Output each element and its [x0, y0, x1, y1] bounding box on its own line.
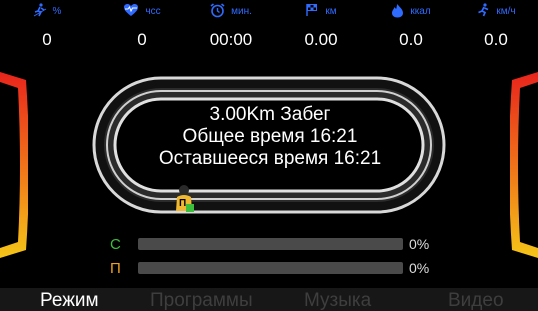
progress-percent: 0% [409, 236, 430, 252]
runner-badge: П [179, 198, 187, 209]
runner-marker: П [170, 184, 200, 216]
total-time: Общее время 16:21 [182, 126, 358, 147]
tab-video[interactable]: Видео [448, 290, 504, 311]
progress-bars: С 0% П 0% [110, 232, 450, 280]
workout-title: 3.00Km Забег [209, 104, 331, 125]
remaining-time: Оставшееся время 16:21 [158, 148, 382, 169]
progress-bar [138, 238, 403, 250]
progress-letter: С [110, 235, 121, 253]
workout-info: 3.00Km Забег Общее время 16:21 Оставшеес… [120, 104, 420, 170]
progress-row: П 0% [110, 256, 450, 280]
progress-percent: 0% [409, 260, 430, 276]
tab-programs[interactable]: Программы [150, 290, 253, 311]
tab-mode[interactable]: Режим [40, 290, 99, 311]
bottom-tabs: Режим Программы Музыка Видео [0, 288, 538, 311]
progress-bar [138, 262, 403, 274]
tab-music[interactable]: Музыка [304, 290, 371, 311]
progress-letter: П [110, 259, 121, 277]
progress-row: С 0% [110, 232, 450, 256]
